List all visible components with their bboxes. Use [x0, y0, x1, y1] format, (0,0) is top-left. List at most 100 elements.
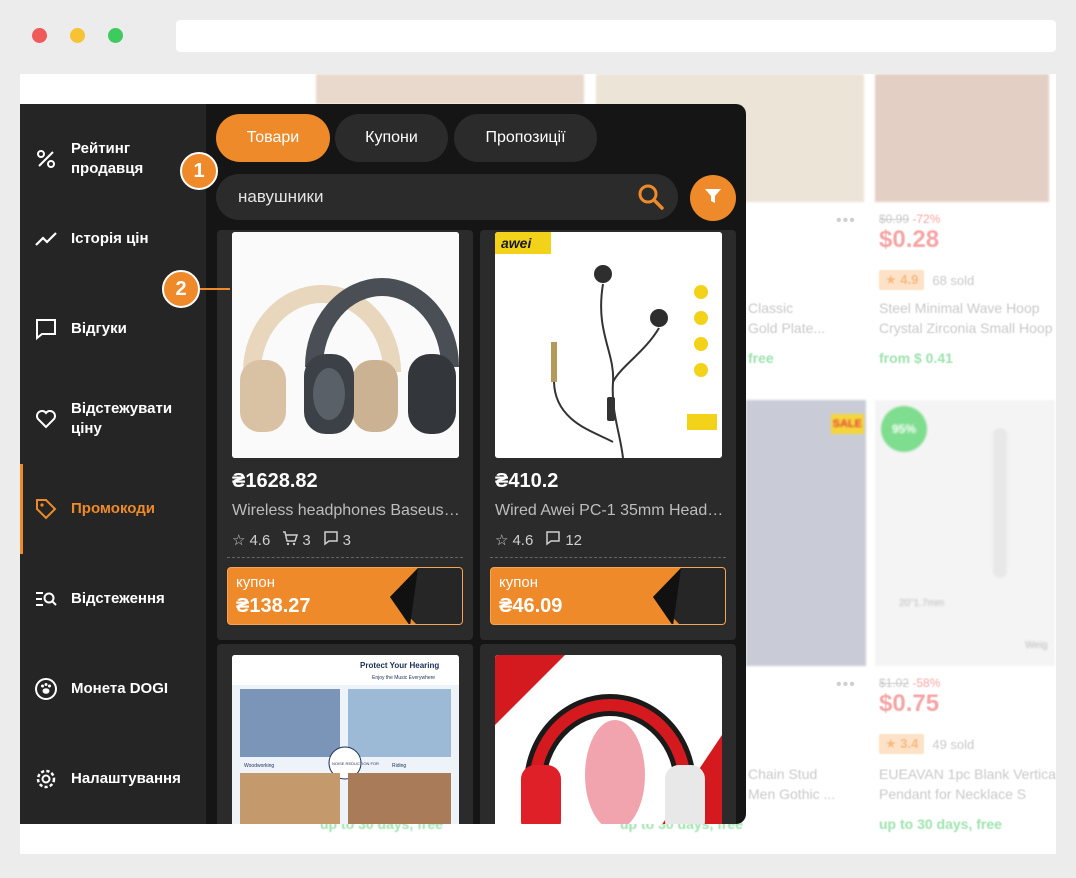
svg-text:Enjoy the Music Everywhere: Enjoy the Music Everywhere: [372, 675, 435, 681]
filter-button[interactable]: [690, 175, 736, 221]
close-window-dot[interactable]: [32, 28, 47, 43]
percent-icon: [34, 147, 58, 171]
bg-title: Steel Minimal Wave Hoop: [879, 300, 1040, 316]
marker-connector: [200, 288, 230, 290]
over-ear-headphones-image: [232, 232, 459, 458]
bg-product-image: 95% 20"1.7mm Weig: [875, 400, 1055, 666]
list-search-icon: [34, 587, 58, 611]
coupon-box[interactable]: купон ₴138.27: [227, 567, 463, 625]
svg-text:Riding: Riding: [392, 763, 406, 769]
bg-rating: ★ 3.4 49 sold: [879, 734, 974, 754]
svg-text:Woodworking: Woodworking: [244, 763, 274, 769]
bg-price: $0.75: [879, 690, 940, 717]
sidebar-item-label: Рейтинг продавця: [71, 140, 144, 177]
divider: [227, 557, 463, 558]
maximize-window-dot[interactable]: [108, 28, 123, 43]
awei-earphones-image: awei: [495, 232, 722, 458]
sidebar-item-dogi-coin[interactable]: Монета DOGI: [20, 644, 206, 734]
bg-title: Gold Plate...: [748, 320, 826, 336]
product-price: ₴1628.82: [232, 470, 318, 492]
heart-icon: [34, 407, 58, 431]
step-marker-1: 1: [180, 152, 218, 190]
sidebar-item-track-price[interactable]: Відстежувати ціну: [20, 374, 206, 464]
product-price: ₴410.2: [495, 470, 559, 492]
protect-hearing-image: Protect Your Hearing Enjoy the Music Eve…: [232, 655, 459, 824]
sidebar-item-label: Промокоди: [71, 500, 155, 517]
product-card[interactable]: ₴1628.82 Wireless headphones Baseus Bowi…: [217, 230, 473, 640]
bg-title: Pendant for Necklace S: [879, 786, 1027, 802]
cart-count: 3: [302, 531, 311, 549]
bg-shipping: free: [748, 350, 774, 366]
sidebar-item-label: Відгуки: [71, 320, 127, 337]
tab-coupons[interactable]: Купони: [335, 114, 448, 162]
sidebar-item-seller-rating[interactable]: Рейтинг продавця: [20, 114, 206, 204]
minimize-window-dot[interactable]: [70, 28, 85, 43]
bg-title: Men Gothic ...: [748, 786, 836, 802]
product-card[interactable]: [480, 644, 736, 824]
gear-icon: [34, 767, 58, 791]
product-card[interactable]: Protect Your Hearing Enjoy the Music Eve…: [217, 644, 473, 824]
svg-text:Protect Your Hearing: Protect Your Hearing: [360, 661, 439, 670]
star-icon: ☆: [232, 532, 246, 549]
svg-text:NOISE REDUCTION FOR: NOISE REDUCTION FOR: [332, 761, 379, 766]
bg-price: $0.28: [879, 226, 940, 253]
cart-icon: [282, 530, 299, 550]
bg-more-icon: •••: [836, 212, 856, 229]
tab-offers[interactable]: Пропозиції: [454, 114, 597, 162]
red-headphones-image: [495, 655, 722, 824]
search-icon[interactable]: [636, 182, 666, 212]
sidebar-item-promo-codes[interactable]: Промокоди: [20, 464, 206, 554]
reviews-count: 12: [565, 531, 582, 549]
sidebar-item-label: Історія цін: [71, 230, 149, 247]
bg-title: Classic: [748, 300, 794, 316]
sidebar-item-label: Відстеження: [71, 590, 165, 607]
sidebar-item-settings[interactable]: Налаштування: [20, 734, 206, 824]
product-title[interactable]: Wireless headphones Baseus Bowie H1: [232, 502, 462, 520]
product-stats: ☆ 4.6 12: [495, 530, 582, 550]
rating-value: 4.6: [249, 531, 271, 549]
coupon-value: ₴46.09: [499, 595, 563, 617]
bg-product-image: [316, 74, 584, 104]
bg-product-image: [875, 74, 1049, 202]
tab-products[interactable]: Товари: [216, 114, 330, 162]
divider: [490, 557, 726, 558]
bg-rating: ★ 4.9 68 sold: [879, 270, 974, 290]
rating-value: 4.6: [512, 531, 534, 549]
comment-icon: [545, 530, 561, 550]
coupon-corner-graphic: [390, 568, 462, 624]
sidebar-item-label: Відстежувати ціну: [71, 400, 173, 437]
svg-text:awei: awei: [501, 235, 532, 251]
search-input[interactable]: [238, 187, 618, 207]
sidebar-item-label: Монета DOGI: [71, 680, 169, 697]
product-card[interactable]: awei ₴410.2 Wired Awei PC-1 35mm Headpho…: [480, 230, 736, 640]
bg-old-price: $0.99 -72%: [879, 212, 941, 226]
sidebar-item-label: Налаштування: [71, 770, 181, 787]
bg-more-icon: •••: [836, 676, 856, 693]
chat-bubble-icon: [34, 317, 58, 341]
search-bar: [216, 174, 678, 220]
coupon-corner-graphic: [653, 568, 725, 624]
bg-sale-badge: SALE: [830, 414, 864, 434]
bg-shipping: from $ 0.41: [879, 350, 953, 366]
bg-title: EUEAVAN 1pc Blank Vertical: [879, 766, 1056, 782]
bg-discount-badge: 95%: [881, 406, 927, 452]
star-icon: ☆: [495, 532, 509, 549]
address-bar[interactable]: [176, 20, 1056, 52]
bg-product-image: SALE: [746, 400, 866, 666]
trend-line-icon: [34, 227, 58, 251]
sidebar-item-tracking[interactable]: Відстеження: [20, 554, 206, 644]
bg-shipping: up to 30 days, free: [879, 816, 1002, 832]
bg-title: Crystal Zirconia Small Hoop: [879, 320, 1053, 336]
bg-title: Chain Stud: [748, 766, 818, 782]
reviews-count: 3: [342, 531, 351, 549]
paw-coin-icon: [34, 677, 58, 701]
filter-icon: [703, 186, 723, 211]
extension-sidebar: Рейтинг продавця Історія цін Відгуки Від…: [20, 104, 206, 824]
coupon-box[interactable]: купон ₴46.09: [490, 567, 726, 625]
extension-main-panel: Товари Купони Пропозиції ₴1628.82: [206, 104, 746, 824]
coupon-label: купон: [236, 574, 275, 591]
comment-icon: [323, 530, 339, 550]
coupon-label: купон: [499, 574, 538, 591]
product-title[interactable]: Wired Awei PC-1 35mm Headphones: [495, 502, 725, 520]
product-stats: ☆ 4.6 3 3: [232, 530, 351, 550]
